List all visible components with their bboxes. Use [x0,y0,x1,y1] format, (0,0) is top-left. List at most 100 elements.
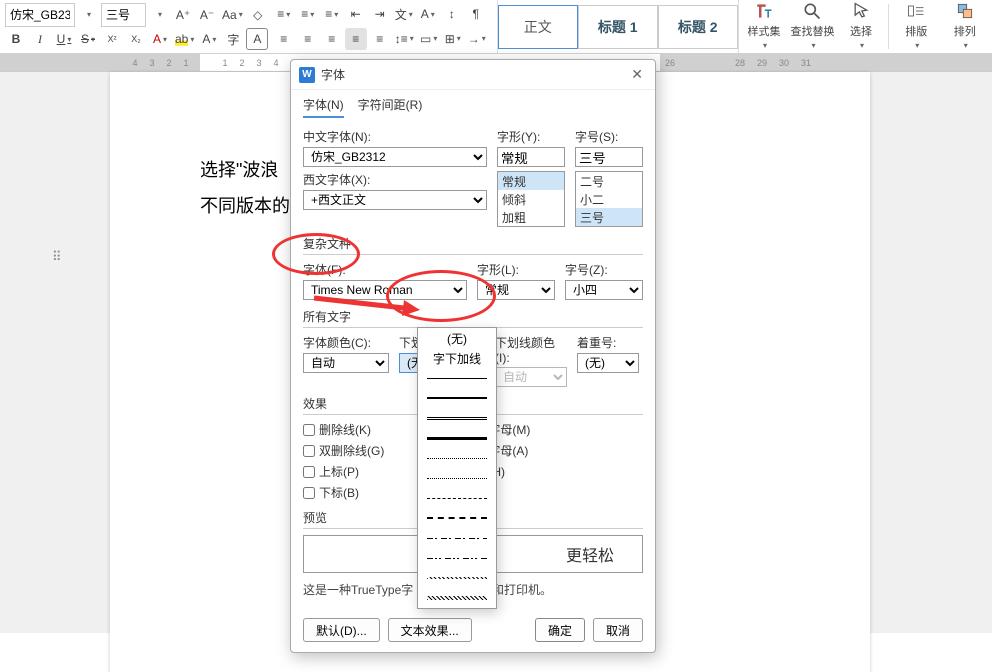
font-family-dropdown-icon[interactable] [77,4,99,26]
drag-handle-icon[interactable]: ⠿ [52,254,64,260]
ruler-num: 31 [801,58,811,68]
c-style-label: 字形(L): [477,261,555,278]
asian-layout-icon[interactable]: A [417,3,439,25]
ul-option-dash[interactable] [418,488,496,508]
font-color-select[interactable]: 自动 [303,353,389,373]
ul-option-thick2[interactable] [418,428,496,448]
size-listbox[interactable]: 二号 小二 三号 [575,171,643,227]
subscript-icon[interactable]: X₂ [125,28,147,50]
borders-icon[interactable]: ⊞ [442,28,464,50]
size-input[interactable] [575,147,643,167]
c-font-label: 字体(F): [303,261,467,278]
c-size-select[interactable]: 小四 [565,280,643,300]
increase-font-icon[interactable]: A⁺ [172,4,194,26]
en-font-select[interactable]: +西文正文 [303,190,487,210]
multilevel-list-icon[interactable]: ≡ [321,3,343,25]
line-spacing-icon[interactable]: ↕≡ [393,28,416,50]
increase-indent-icon[interactable]: ⇥ [369,3,391,25]
style-gallery: 正文 标题 1 标题 2 [497,0,739,53]
ul-option-word[interactable]: 字下加线 [418,348,496,368]
ul-option-dashdotdot[interactable] [418,548,496,568]
bullet-list-icon[interactable]: ≡ [273,3,295,25]
style-label: 字形(Y): [497,128,565,145]
font-color-icon[interactable]: A [149,28,171,50]
text-direction-icon[interactable]: 文 [393,3,415,25]
number-list-icon[interactable]: ≡ [297,3,319,25]
styleset-button[interactable]: 样式集▾ [741,0,787,50]
shading-icon[interactable]: A [198,28,220,50]
show-marks-icon[interactable]: ¶ [465,3,487,25]
emphasis-select[interactable]: (无) [577,353,639,373]
chk-strike[interactable]: 删除线(K) [303,421,384,438]
phonetic-icon[interactable]: 字 [222,28,244,50]
ul-option-dotted[interactable] [418,448,496,468]
ul-option-wave[interactable] [418,568,496,588]
highlight-icon[interactable]: ab [173,28,196,50]
bold-icon[interactable]: B [5,28,27,50]
ul-option-dotted-thick[interactable] [418,468,496,488]
char-border-icon[interactable]: A [246,28,268,50]
alltext-section-label: 所有文字 [303,308,643,328]
style-input[interactable] [497,147,565,167]
ul-option-none[interactable]: (无) [418,328,496,348]
texteffect-button[interactable]: 文本效果... [388,618,472,642]
tab-font[interactable]: 字体(N) [303,96,344,118]
ruler-num: 2 [239,58,244,68]
ul-option-double[interactable] [418,408,496,428]
strike-icon[interactable]: S [77,28,99,50]
decrease-font-icon[interactable]: A⁻ [196,4,218,26]
style-normal[interactable]: 正文 [498,5,578,49]
cn-font-select[interactable]: 仿宋_GB2312 [303,147,487,167]
dialog-tabs: 字体(N) 字符间距(R) [291,90,655,122]
ul-option-dashdot[interactable] [418,528,496,548]
ul-option-dash-thick[interactable] [418,508,496,528]
ruler-num: 4 [132,58,137,68]
find-replace-button[interactable]: 查找替换▾ [789,0,835,50]
chk-dstrike[interactable]: 双删除线(G) [303,442,384,459]
dialog-title: 字体 [321,66,345,83]
cancel-button[interactable]: 取消 [593,618,643,642]
search-icon [802,1,822,21]
font-size-combo[interactable] [101,3,146,27]
sort-icon[interactable]: ↕ [441,3,463,25]
clear-format-icon[interactable]: ◇ [247,4,269,26]
align-center-icon[interactable]: ≡ [297,28,319,50]
arrange-button[interactable]: 排列▾ [942,0,988,50]
size-label: 字号(S): [575,128,643,145]
ul-option-single[interactable] [418,368,496,388]
chk-sup[interactable]: 上标(P) [303,463,384,480]
align-distribute-icon[interactable]: ≡ [369,28,391,50]
tabs-icon[interactable]: → [466,28,488,50]
change-case-icon[interactable]: Aa [220,4,245,26]
font-family-combo[interactable] [5,3,75,27]
decrease-indent-icon[interactable]: ⇤ [345,3,367,25]
close-icon[interactable]: ✕ [627,66,647,83]
cursor-icon [851,1,871,21]
italic-icon[interactable]: I [29,28,51,50]
underline-icon[interactable]: U [53,28,75,50]
ul-option-thick[interactable] [418,388,496,408]
style-listbox[interactable]: 常规 倾斜 加粗 [497,171,565,227]
complex-section-label: 复杂文种 [303,235,643,255]
align-justify-icon[interactable]: ≡ [345,28,367,50]
superscript-icon[interactable]: X² [101,28,123,50]
emphasis-label: 着重号: [577,334,639,351]
underline-color-select: 自动 [495,367,567,387]
c-font-select[interactable]: Times New Roman [303,280,467,300]
style-heading2[interactable]: 标题 2 [658,5,738,49]
layout-button[interactable]: 排版▾ [893,0,939,50]
c-style-select[interactable]: 常规 [477,280,555,300]
para-shading-icon[interactable]: ▭ [418,28,440,50]
select-button[interactable]: 选择▾ [838,0,884,50]
default-button[interactable]: 默认(D)... [303,618,380,642]
ul-option-dwave[interactable] [418,588,496,608]
align-left-icon[interactable]: ≡ [273,28,295,50]
style-heading1[interactable]: 标题 1 [578,5,658,49]
tab-spacing[interactable]: 字符间距(R) [358,96,423,118]
align-right-icon[interactable]: ≡ [321,28,343,50]
chk-sub[interactable]: 下标(B) [303,484,384,501]
layout-icon [906,1,926,21]
font-size-dropdown-icon[interactable] [148,4,170,26]
underline-dropdown[interactable]: (无) 字下加线 [417,327,497,609]
ok-button[interactable]: 确定 [535,618,585,642]
